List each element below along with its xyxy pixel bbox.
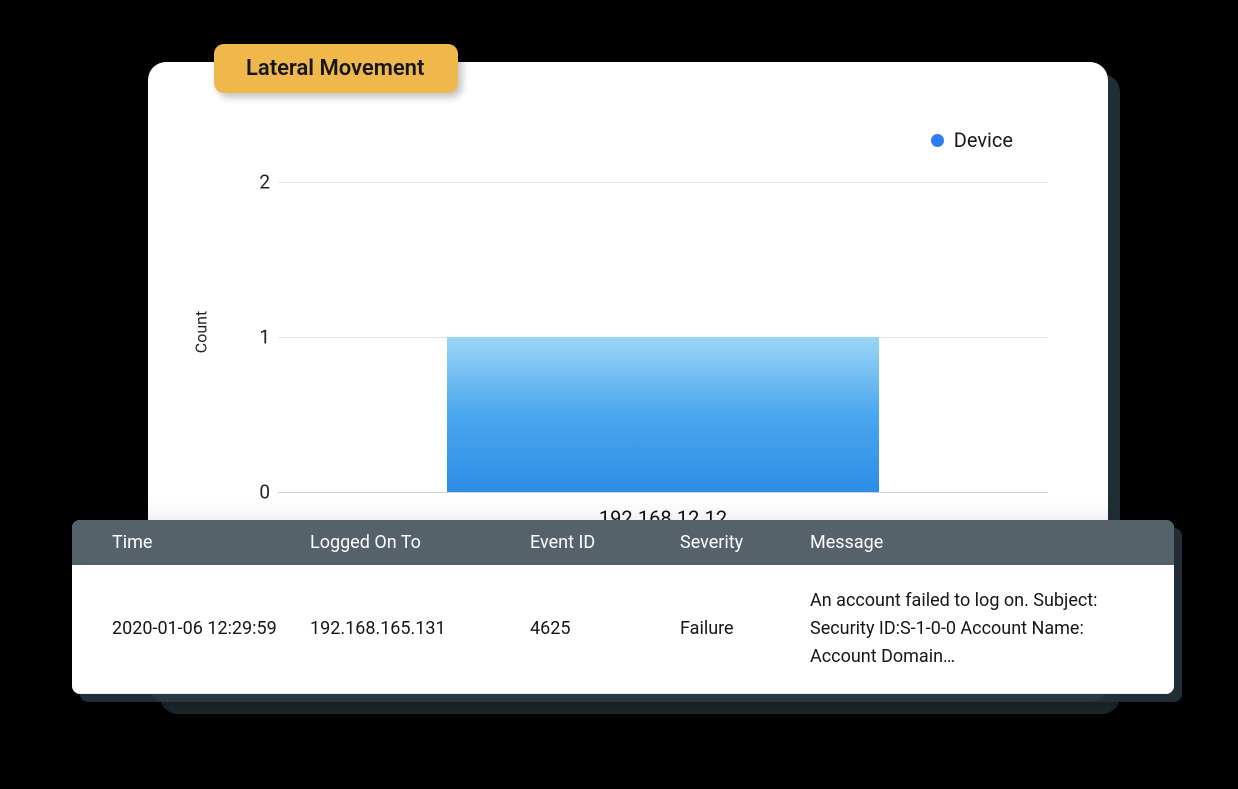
chart-plot: 2 1 0 192.168.12.12 [278, 182, 1048, 492]
col-header-severity[interactable]: Severity [672, 532, 802, 553]
cell-severity: Failure [672, 618, 802, 639]
col-header-message[interactable]: Message [802, 532, 1174, 553]
gridline [278, 182, 1048, 183]
col-header-event-id[interactable]: Event ID [522, 532, 672, 553]
cell-logged-on-to: 192.168.165.131 [302, 618, 522, 639]
col-header-logged-on-to[interactable]: Logged On To [302, 532, 522, 553]
table-row[interactable]: 2020-01-06 12:29:59 192.168.165.131 4625… [72, 565, 1174, 694]
cell-event-id: 4625 [522, 618, 672, 639]
cell-time: 2020-01-06 12:29:59 [72, 618, 302, 639]
legend-label: Device [954, 128, 1013, 152]
cell-message: An account failed to log on. Subject: Se… [802, 587, 1174, 671]
y-tick: 2 [248, 171, 270, 194]
col-header-time[interactable]: Time [72, 532, 302, 553]
chip-label: Lateral Movement [246, 56, 424, 81]
y-tick: 1 [248, 326, 270, 349]
gridline [278, 492, 1048, 493]
chart-legend: Device [931, 128, 1013, 152]
lateral-movement-chip: Lateral Movement [214, 44, 458, 93]
chart-area: Device Count 2 1 0 192.168.12.12 [198, 122, 1068, 542]
y-axis-label: Count [192, 311, 211, 353]
legend-swatch-icon [931, 134, 944, 147]
chart-bar[interactable] [447, 337, 878, 492]
table-header-row: Time Logged On To Event ID Severity Mess… [72, 520, 1174, 565]
events-table: Time Logged On To Event ID Severity Mess… [72, 520, 1174, 694]
y-tick: 0 [248, 481, 270, 504]
